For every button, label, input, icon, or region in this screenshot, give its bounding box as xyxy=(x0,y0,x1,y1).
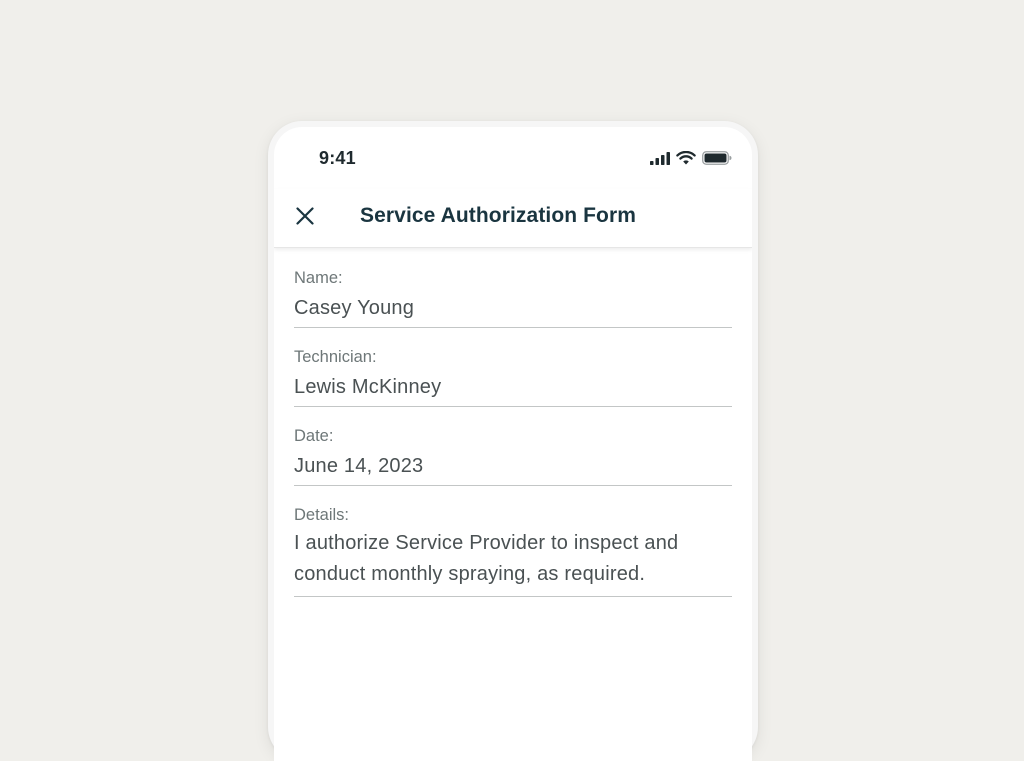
technician-value[interactable]: Lewis McKinney xyxy=(294,368,732,406)
page-title: Service Authorization Form xyxy=(360,204,637,227)
status-time: 9:41 xyxy=(319,148,356,168)
details-field[interactable]: Details: I authorize Service Provider to… xyxy=(294,504,732,597)
wifi-icon xyxy=(676,151,696,165)
status-bar: 9:41 xyxy=(274,127,752,187)
name-field[interactable]: Name: Casey Young xyxy=(294,267,732,328)
status-icons xyxy=(650,151,732,165)
close-icon xyxy=(296,207,314,225)
phone-screen: 9:41 Service Authorization Form Name: Ca… xyxy=(274,127,752,761)
close-button[interactable] xyxy=(290,201,320,231)
date-label: Date: xyxy=(294,427,334,445)
technician-field[interactable]: Technician: Lewis McKinney xyxy=(294,346,732,407)
authorization-form: Name: Casey Young Technician: Lewis McKi… xyxy=(294,267,732,615)
date-field[interactable]: Date: June 14, 2023 xyxy=(294,425,732,486)
battery-icon xyxy=(702,151,732,165)
details-value[interactable]: I authorize Service Provider to inspect … xyxy=(294,526,732,596)
name-value[interactable]: Casey Young xyxy=(294,289,732,327)
phone-frame: 9:41 Service Authorization Form Name: Ca… xyxy=(268,121,758,761)
date-value[interactable]: June 14, 2023 xyxy=(294,447,732,485)
technician-label: Technician: xyxy=(294,348,377,366)
name-label: Name: xyxy=(294,269,343,287)
details-label: Details: xyxy=(294,506,350,524)
cellular-signal-icon xyxy=(650,151,670,165)
nav-bar: Service Authorization Form xyxy=(274,189,752,248)
